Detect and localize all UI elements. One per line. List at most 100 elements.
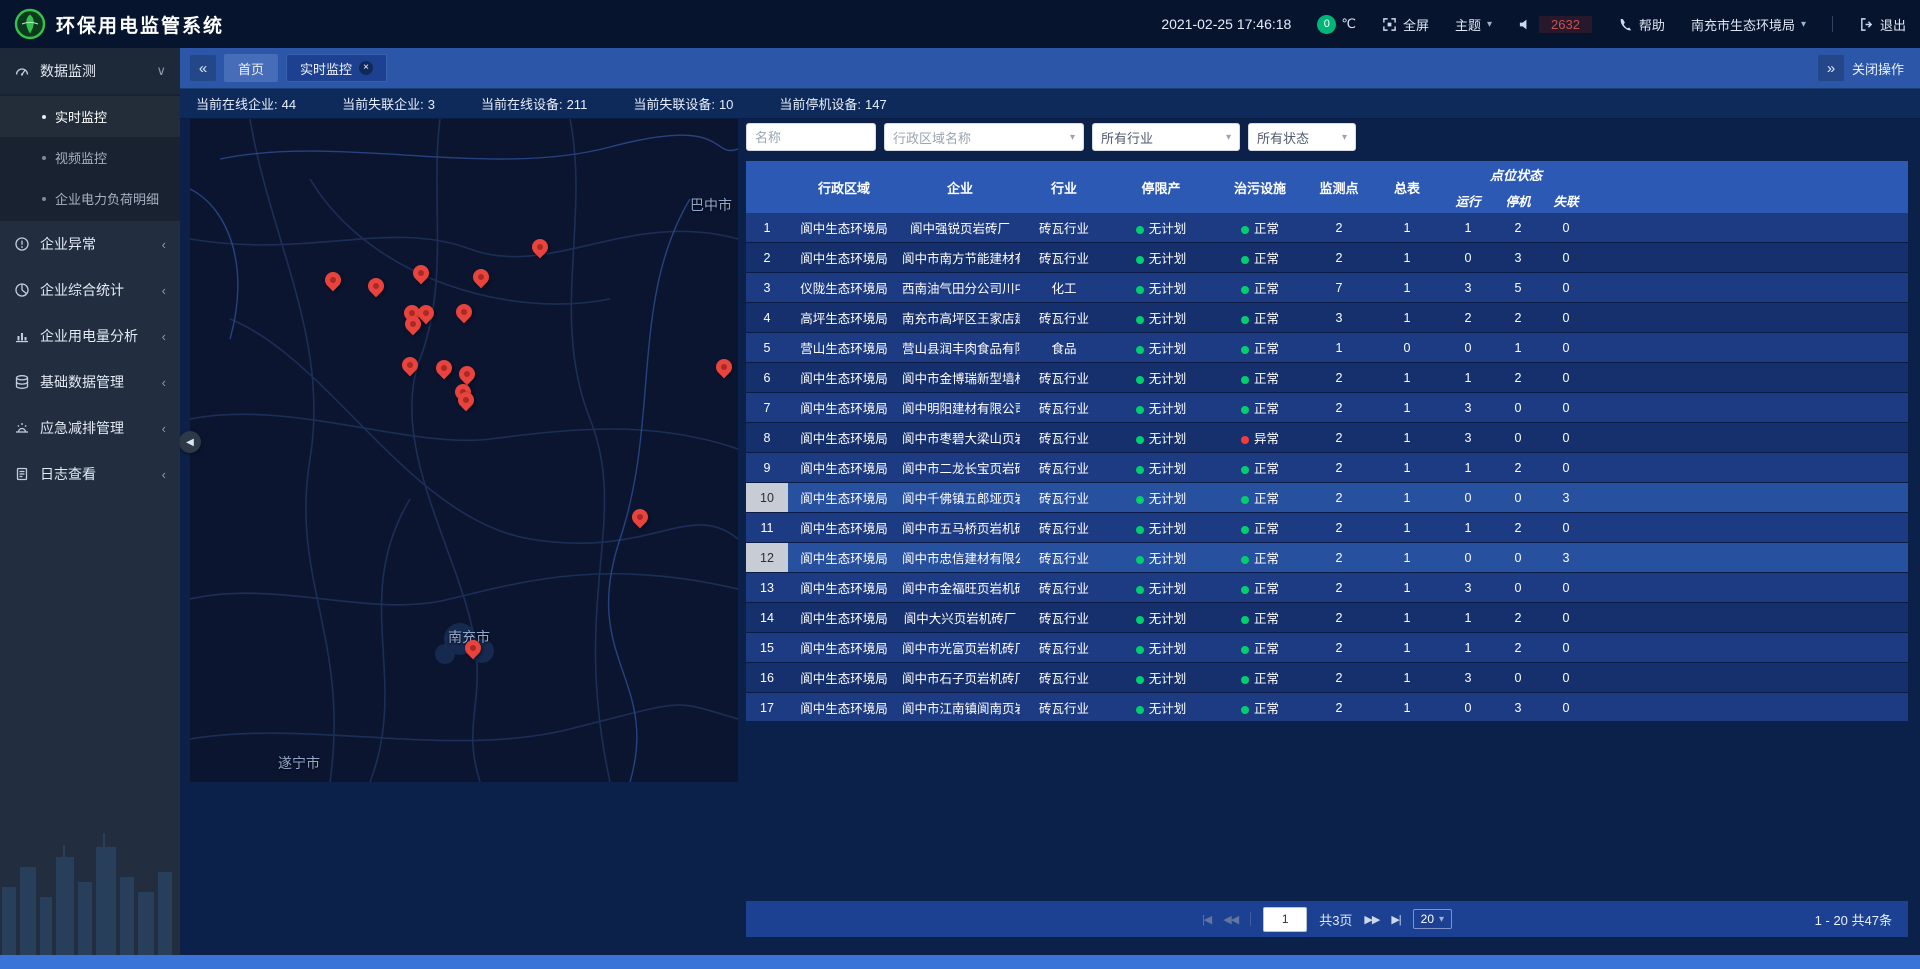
region-filter-select[interactable]: 行政区域名称 ▾ [884, 123, 1084, 151]
table-row[interactable]: 6阆中生态环境局阆中市金博瑞新型墙材砖瓦行业无计划正常21120 [746, 363, 1908, 393]
cell-meter: 1 [1372, 213, 1442, 243]
map-pin[interactable] [631, 507, 649, 531]
logout-button[interactable]: 退出 [1859, 15, 1906, 34]
cell-industry: 砖瓦行业 [1020, 453, 1108, 483]
cell-monitor: 7 [1306, 273, 1372, 303]
tab-realtime-monitor[interactable]: 实时监控 × [286, 54, 387, 82]
name-filter-input[interactable] [746, 123, 876, 151]
content-area: ◀ 巴中市南充市遂宁市 行政区域名称 ▾ 所有行业 ▾ 所有状态 [180, 119, 1920, 955]
cell-run: 0 [1442, 693, 1494, 722]
sidebar-item-data-monitor[interactable]: 数据监测∨ [0, 48, 180, 94]
cell-meter: 1 [1372, 243, 1442, 273]
pager-divider [1250, 912, 1251, 926]
sidebar-item-emergency-reduction[interactable]: 应急减排管理‹ [0, 405, 180, 451]
table-row[interactable]: 11阆中生态环境局阆中市五马桥页岩机砖砖瓦行业无计划正常21120 [746, 513, 1908, 543]
page-input[interactable] [1263, 907, 1307, 932]
cell-facility: 正常 [1214, 633, 1306, 663]
cell-index: 8 [746, 423, 788, 453]
org-dropdown[interactable]: 南充市生态环境局▾ [1691, 15, 1806, 34]
cell-index: 12 [746, 543, 788, 573]
industry-filter-select[interactable]: 所有行业 ▾ [1092, 123, 1240, 151]
table-row[interactable]: 15阆中生态环境局阆中市光富页岩机砖厂砖瓦行业无计划正常21120 [746, 633, 1908, 663]
map-pin[interactable] [455, 302, 473, 326]
table-row[interactable]: 5营山生态环境局营山县润丰肉食品有限食品无计划正常10010 [746, 333, 1908, 363]
cell-run: 3 [1442, 393, 1494, 423]
last-page-button[interactable]: ▶| [1391, 913, 1400, 926]
cell-lost: 0 [1542, 573, 1590, 603]
sidebar-item-log-view[interactable]: 日志查看‹ [0, 451, 180, 497]
cell-index: 15 [746, 633, 788, 663]
sidebar-item-enterprise-statistics[interactable]: 企业综合统计‹ [0, 267, 180, 313]
map-pin[interactable] [324, 270, 342, 294]
cell-production: 无计划 [1108, 243, 1214, 273]
cell-stop: 2 [1494, 633, 1542, 663]
collapse-map-handle[interactable]: ◀ [180, 431, 201, 453]
sidebar-item-power-usage-analysis[interactable]: 企业用电量分析‹ [0, 313, 180, 359]
cell-stop: 2 [1494, 213, 1542, 243]
map-pin[interactable] [404, 314, 422, 338]
stats-bar: 当前在线企业:44当前失联企业:3当前在线设备:211当前失联设备:10当前停机… [180, 88, 1920, 119]
table-row[interactable]: 10阆中生态环境局阆中千佛镇五郎垭页岩砖瓦行业无计划正常21003 [746, 483, 1908, 513]
status-dot-icon [1241, 646, 1249, 654]
prev-page-button[interactable]: ◀◀ [1223, 913, 1238, 926]
map-pin[interactable] [367, 276, 385, 300]
table-row[interactable]: 2阆中生态环境局阆中市南方节能建材有砖瓦行业无计划正常21030 [746, 243, 1908, 273]
cell-index: 16 [746, 663, 788, 693]
sidebar-item-video-monitor[interactable]: 视频监控 [0, 137, 180, 178]
map-pin[interactable] [464, 638, 482, 662]
map-pin[interactable] [435, 358, 453, 382]
cell-region: 阆中生态环境局 [788, 513, 900, 543]
table-row[interactable]: 3仪陇生态环境局西南油气田分公司川中化工无计划正常71350 [746, 273, 1908, 303]
table-row[interactable]: 13阆中生态环境局阆中市金福旺页岩机砖砖瓦行业无计划正常21300 [746, 573, 1908, 603]
stat-item: 当前失联企业:3 [342, 94, 435, 113]
cell-meter: 1 [1372, 423, 1442, 453]
table-row[interactable]: 9阆中生态环境局阆中市二龙长宝页岩砖砖瓦行业无计划正常21120 [746, 453, 1908, 483]
app-logo-icon [14, 8, 46, 40]
sidebar-item-enterprise-abnormal[interactable]: 企业异常‹ [0, 221, 180, 267]
cell-company: 营山县润丰肉食品有限 [900, 333, 1020, 363]
map-pin[interactable] [412, 263, 430, 287]
page-size-select[interactable]: 20 ▾ [1413, 909, 1452, 929]
map-pin[interactable] [531, 237, 549, 261]
table-row[interactable]: 17阆中生态环境局阆中市江南镇阆南页岩砖瓦行业无计划正常21030 [746, 693, 1908, 722]
cell-production: 无计划 [1108, 363, 1214, 393]
chevron-down-icon: ▾ [1226, 132, 1231, 143]
map-pin[interactable] [401, 355, 419, 379]
cell-production: 无计划 [1108, 663, 1214, 693]
sidebar-item-base-data-management[interactable]: 基础数据管理‹ [0, 359, 180, 405]
cell-lost: 0 [1542, 303, 1590, 333]
map-pin[interactable] [472, 267, 490, 291]
cell-index: 17 [746, 693, 788, 722]
table-row[interactable]: 12阆中生态环境局阆中市忠信建材有限公砖瓦行业无计划正常21003 [746, 543, 1908, 573]
first-page-button[interactable]: |◀ [1202, 913, 1211, 926]
cell-industry: 砖瓦行业 [1020, 603, 1108, 633]
alert-indicator[interactable]: 2632 [1518, 16, 1592, 33]
table-row[interactable]: 8阆中生态环境局阆中市枣碧大梁山页岩砖瓦行业无计划异常21300 [746, 423, 1908, 453]
tab-home[interactable]: 首页 [224, 54, 278, 82]
tabs-scroll-right-button[interactable]: » [1818, 55, 1844, 81]
table-row[interactable]: 1阆中生态环境局阆中强锐页岩砖厂砖瓦行业无计划正常21120 [746, 213, 1908, 243]
close-tab-icon[interactable]: × [359, 61, 373, 75]
map-pin[interactable] [457, 390, 475, 414]
close-operations-button[interactable]: 关闭操作 [1852, 59, 1904, 78]
next-page-button[interactable]: ▶▶ [1364, 913, 1379, 926]
status-filter-select[interactable]: 所有状态 ▾ [1248, 123, 1356, 151]
table-row[interactable]: 16阆中生态环境局阆中市石子页岩机砖厂砖瓦行业无计划正常21300 [746, 663, 1908, 693]
chevron-down-icon: ▾ [1487, 19, 1492, 30]
warning-icon [14, 236, 30, 252]
sidebar-item-realtime-monitor[interactable]: 实时监控 [0, 96, 180, 137]
chevron-down-icon: ▾ [1342, 132, 1347, 143]
cell-stop: 3 [1494, 243, 1542, 273]
help-button[interactable]: 帮助 [1618, 15, 1665, 34]
table-row[interactable]: 7阆中生态环境局阆中明阳建材有限公司砖瓦行业无计划正常21300 [746, 393, 1908, 423]
theme-dropdown[interactable]: 主题▾ [1455, 15, 1492, 34]
cell-monitor: 2 [1306, 543, 1372, 573]
alert-count-badge: 2632 [1539, 16, 1592, 33]
fullscreen-button[interactable]: 全屏 [1382, 15, 1429, 34]
map-pin[interactable] [715, 357, 733, 381]
tabs-scroll-left-button[interactable]: « [190, 55, 216, 81]
table-row[interactable]: 14阆中生态环境局阆中大兴页岩机砖厂砖瓦行业无计划正常21120 [746, 603, 1908, 633]
sidebar-item-power-load-detail[interactable]: 企业电力负荷明细 [0, 178, 180, 219]
table-row[interactable]: 4高坪生态环境局南充市高坪区王家店建砖瓦行业无计划正常31220 [746, 303, 1908, 333]
cell-facility: 正常 [1214, 363, 1306, 393]
